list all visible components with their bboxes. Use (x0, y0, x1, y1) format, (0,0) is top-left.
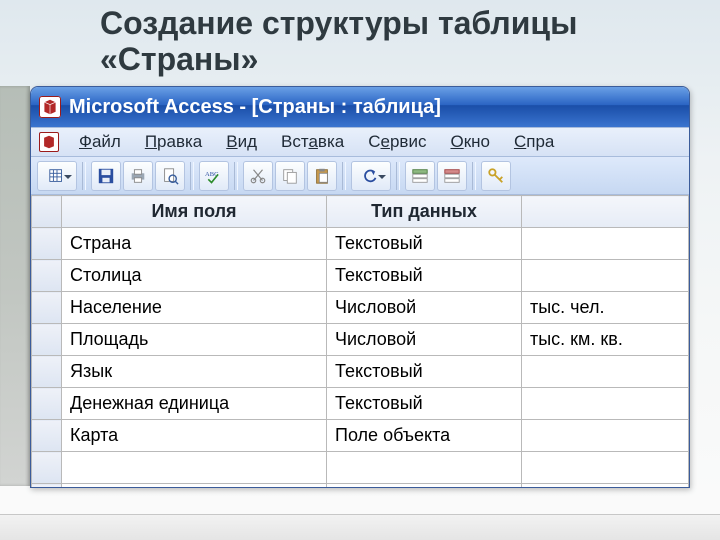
menu-insert[interactable]: Вставка (269, 129, 356, 155)
field-name-cell[interactable]: Язык (62, 356, 327, 388)
delete-row-icon (443, 167, 461, 185)
field-name-cell[interactable]: Карта (62, 420, 327, 452)
description-cell[interactable] (522, 228, 689, 260)
menu-file[interactable]: Файл (67, 129, 133, 155)
description-cell[interactable] (522, 420, 689, 452)
toolbar: ABC (31, 157, 689, 195)
table-row (32, 484, 689, 489)
row-selector[interactable] (32, 228, 62, 260)
description-cell[interactable] (522, 260, 689, 292)
column-header-description[interactable] (522, 196, 689, 228)
spellcheck-button[interactable]: ABC (199, 161, 229, 191)
slide-footer (0, 514, 720, 540)
menu-edit[interactable]: Правка (133, 129, 214, 155)
key-icon (487, 167, 505, 185)
row-selector[interactable] (32, 324, 62, 356)
separator (190, 162, 194, 190)
datasheet-icon (48, 167, 66, 185)
field-name-cell[interactable]: Столица (62, 260, 327, 292)
description-cell[interactable] (522, 484, 689, 489)
separator (342, 162, 346, 190)
description-cell[interactable] (522, 356, 689, 388)
delete-rows-button[interactable] (437, 161, 467, 191)
access-app-icon (39, 96, 61, 118)
data-type-cell[interactable]: Текстовый (327, 356, 522, 388)
header-row: Имя поля Тип данных (32, 196, 689, 228)
table-row (32, 452, 689, 484)
copy-button[interactable] (275, 161, 305, 191)
undo-button[interactable] (351, 161, 391, 191)
separator (396, 162, 400, 190)
menu-tools[interactable]: Сервис (356, 129, 438, 155)
background-strip (0, 86, 30, 486)
table-designer-grid: Имя поля Тип данных СтранаТекстовыйСтоли… (31, 195, 689, 488)
view-dropdown-button[interactable] (37, 161, 77, 191)
row-selector[interactable] (32, 292, 62, 324)
field-name-cell[interactable] (62, 484, 327, 489)
paste-button[interactable] (307, 161, 337, 191)
titlebar-text: Microsoft Access - [Страны : таблица] (69, 96, 441, 119)
description-cell[interactable] (522, 452, 689, 484)
table-row: СтранаТекстовый (32, 228, 689, 260)
menu-help[interactable]: Спра (502, 129, 566, 155)
row-selector[interactable] (32, 356, 62, 388)
printer-icon (129, 167, 147, 185)
cut-button[interactable] (243, 161, 273, 191)
row-selector[interactable] (32, 388, 62, 420)
table-row: СтолицаТекстовый (32, 260, 689, 292)
data-type-cell[interactable]: Поле объекта (327, 420, 522, 452)
table-row: КартаПоле объекта (32, 420, 689, 452)
table-row: Денежная единицаТекстовый (32, 388, 689, 420)
insert-rows-button[interactable] (405, 161, 435, 191)
table-row: ЯзыкТекстовый (32, 356, 689, 388)
slide-title: Создание структуры таблицы «Страны» (100, 6, 680, 78)
window-system-icon[interactable] (39, 132, 59, 152)
description-cell[interactable]: тыс. чел. (522, 292, 689, 324)
field-name-cell[interactable]: Страна (62, 228, 327, 260)
data-type-cell[interactable]: Текстовый (327, 228, 522, 260)
menu-view[interactable]: Вид (214, 129, 269, 155)
separator (472, 162, 476, 190)
preview-button[interactable] (155, 161, 185, 191)
row-selector[interactable] (32, 420, 62, 452)
access-window: Microsoft Access - [Страны : таблица] Фа… (30, 86, 690, 488)
row-selector[interactable] (32, 484, 62, 489)
print-button[interactable] (123, 161, 153, 191)
field-name-cell[interactable] (62, 452, 327, 484)
data-type-cell[interactable]: Числовой (327, 324, 522, 356)
menu-window[interactable]: Окно (438, 129, 502, 155)
separator (82, 162, 86, 190)
titlebar: Microsoft Access - [Страны : таблица] (31, 87, 689, 127)
page-magnify-icon (161, 167, 179, 185)
table-row: НаселениеЧисловойтыс. чел. (32, 292, 689, 324)
primary-key-button[interactable] (481, 161, 511, 191)
floppy-icon (97, 167, 115, 185)
clipboard-icon (313, 167, 331, 185)
menubar: Файл Правка Вид Вставка Сервис Окно Спра (31, 127, 689, 157)
description-cell[interactable]: тыс. км. кв. (522, 324, 689, 356)
slide: Создание структуры таблицы «Страны» Micr… (0, 0, 720, 540)
table-row: ПлощадьЧисловойтыс. км. кв. (32, 324, 689, 356)
data-type-cell[interactable] (327, 452, 522, 484)
field-name-cell[interactable]: Население (62, 292, 327, 324)
data-type-cell[interactable]: Числовой (327, 292, 522, 324)
data-type-cell[interactable]: Текстовый (327, 388, 522, 420)
insert-row-icon (411, 167, 429, 185)
undo-icon (362, 167, 380, 185)
row-selector[interactable] (32, 260, 62, 292)
separator (234, 162, 238, 190)
data-type-cell[interactable] (327, 484, 522, 489)
description-cell[interactable] (522, 388, 689, 420)
column-header-field-name[interactable]: Имя поля (62, 196, 327, 228)
column-header-data-type[interactable]: Тип данных (327, 196, 522, 228)
abc-check-icon: ABC (205, 167, 223, 185)
row-selector-header[interactable] (32, 196, 62, 228)
field-name-cell[interactable]: Денежная единица (62, 388, 327, 420)
copy-icon (281, 167, 299, 185)
field-name-cell[interactable]: Площадь (62, 324, 327, 356)
save-button[interactable] (91, 161, 121, 191)
data-type-cell[interactable]: Текстовый (327, 260, 522, 292)
row-selector[interactable] (32, 452, 62, 484)
scissors-icon (249, 167, 267, 185)
